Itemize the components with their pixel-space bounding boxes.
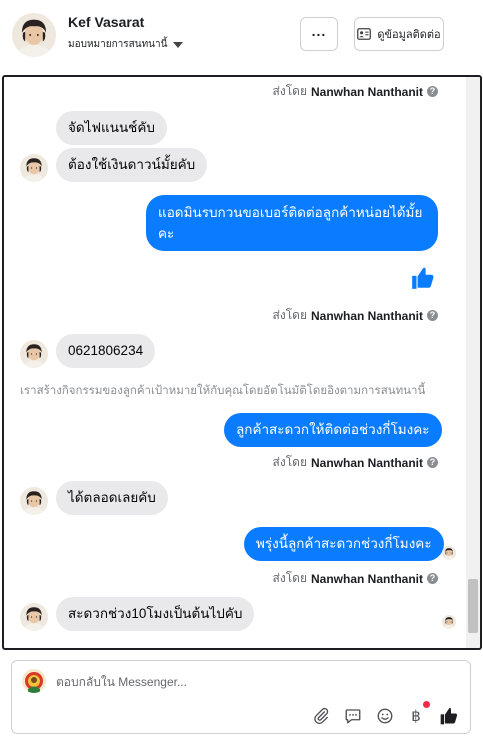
send-like-button[interactable] (438, 705, 460, 727)
system-note: เราสร้างกิจกรรมของลูกค้าเป้าหมายให้กับคุ… (20, 385, 426, 397)
reply-composer: ฿ (11, 660, 471, 734)
seen-avatar (442, 546, 456, 560)
assign-conversation-dropdown[interactable]: มอบหมายการสนทนานี้ (68, 37, 184, 52)
sent-by-line: ส่งโดย Nanwhan Nanthanit ? (273, 569, 438, 588)
sent-by-prefix: ส่งโดย (272, 571, 307, 585)
message-line: คะ (158, 226, 175, 241)
contact-avatar[interactable] (12, 13, 56, 57)
thumbs-up-icon[interactable] (410, 265, 436, 291)
saved-reply-button[interactable] (342, 705, 364, 727)
sent-by-prefix: ส่งโดย (272, 455, 307, 469)
info-icon[interactable]: ? (427, 457, 438, 468)
sent-by-line: ส่งโดย Nanwhan Nanthanit ? (273, 453, 438, 472)
info-icon[interactable]: ? (427, 573, 438, 584)
sender-name: Nanwhan Nanthanit (310, 455, 423, 470)
sender-name: Nanwhan Nanthanit (310, 571, 423, 586)
message-line: แอดมินรบกวนขอเบอร์ติดต่อลูกค้าหน่อยได้มั… (158, 205, 423, 220)
contact-name[interactable]: Kef Vasarat (68, 14, 144, 30)
sent-by-line: ส่งโดย Nanwhan Nanthanit ? (273, 306, 438, 325)
contact-avatar (20, 487, 48, 515)
contact-avatar (20, 340, 48, 368)
info-icon[interactable]: ? (427, 310, 438, 321)
contact-avatar (20, 154, 48, 182)
contact-avatar (20, 603, 48, 631)
sent-by-prefix: ส่งโดย (272, 84, 307, 98)
message-thread[interactable]: ส่งโดย Nanwhan Nanthanit ? จัดไฟแนนช์คับ… (2, 75, 482, 650)
thumbs-up-icon (440, 708, 458, 725)
seen-avatar (442, 615, 456, 629)
assign-label: มอบหมายการสนทนานี้ (68, 39, 168, 50)
info-icon[interactable]: ? (427, 86, 438, 97)
attachment-icon (314, 707, 329, 725)
incoming-message[interactable]: ต้องใช้เงินดาวน์มั้ยคับ (56, 148, 208, 182)
sent-by-prefix: ส่งโดย (272, 308, 307, 322)
comment-icon (345, 709, 361, 724)
conversation-header: Kef Vasarat มอบหมายการสนทนานี้ ... ดูข้อ… (0, 0, 483, 72)
incoming-message[interactable]: จัดไฟแนนช์คับ (56, 111, 167, 145)
page-avatar (22, 669, 46, 693)
notification-dot (423, 701, 430, 708)
incoming-message[interactable]: 0621806234 (56, 334, 156, 368)
incoming-message[interactable]: สะดวกช่วง10โมงเป็นต้นไปคับ (56, 597, 255, 631)
reply-input[interactable] (56, 672, 436, 692)
emoji-button[interactable] (374, 705, 396, 727)
sender-name: Nanwhan Nanthanit (310, 308, 423, 323)
scrollbar-thumb[interactable] (468, 579, 478, 633)
chevron-down-icon (173, 41, 184, 48)
scrollbar[interactable] (466, 77, 480, 648)
more-icon: ... (311, 23, 327, 39)
contact-card-icon (357, 28, 372, 40)
attachment-button[interactable] (310, 705, 332, 727)
emoji-icon (377, 708, 393, 724)
incoming-message[interactable]: ได้ตลอดเลยคับ (56, 481, 168, 515)
view-contact-label: ดูข้อมูลติดต่อ (377, 29, 441, 41)
outgoing-message[interactable]: แอดมินรบกวนขอเบอร์ติดต่อลูกค้าหน่อยได้มั… (146, 195, 438, 251)
sent-by-line: ส่งโดย Nanwhan Nanthanit ? (273, 82, 438, 101)
baht-icon: ฿ (411, 707, 421, 725)
view-contact-button[interactable]: ดูข้อมูลติดต่อ (354, 17, 444, 51)
outgoing-message[interactable]: พรุ่งนี้ลูกค้าสะดวกช่วงกี่โมงคะ (244, 527, 444, 561)
outgoing-message[interactable]: ลูกค้าสะดวกให้ติดต่อช่วงกี่โมงคะ (224, 413, 442, 447)
sender-name: Nanwhan Nanthanit (310, 84, 423, 99)
more-options-button[interactable]: ... (300, 17, 338, 51)
payment-button[interactable]: ฿ (405, 701, 430, 727)
